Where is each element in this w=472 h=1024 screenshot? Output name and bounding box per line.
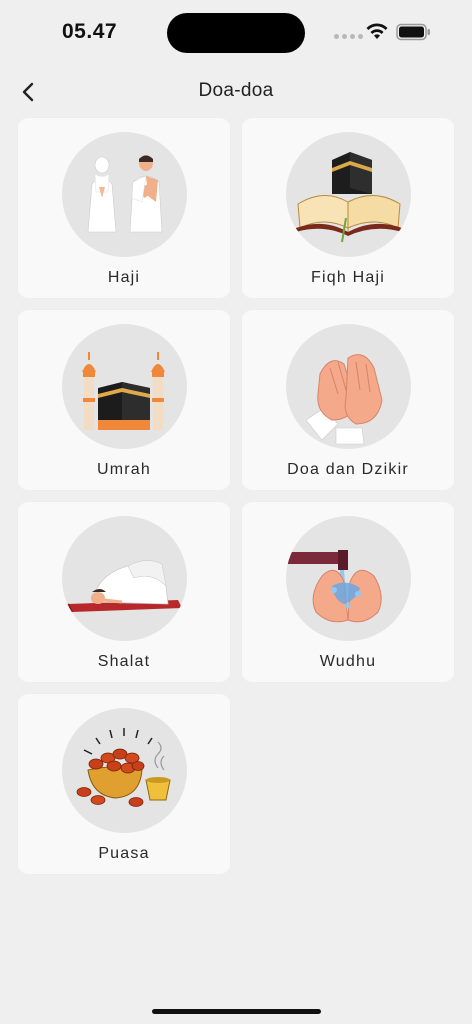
cellular-signal-icon bbox=[334, 34, 363, 39]
dynamic-island bbox=[167, 13, 305, 53]
category-label: Puasa bbox=[98, 845, 150, 862]
category-card-haji[interactable]: Haji bbox=[18, 118, 230, 298]
category-card-umrah[interactable]: Umrah bbox=[18, 310, 230, 490]
kaaba-quran-icon bbox=[286, 132, 411, 257]
praying-hands-icon bbox=[286, 324, 411, 449]
category-label: Fiqh Haji bbox=[311, 269, 385, 286]
pilgrims-praying-icon bbox=[62, 132, 187, 257]
category-grid: Haji Fiqh Haji Umrah Doa dan Dzikir Shal… bbox=[18, 118, 454, 874]
washing-hands-icon bbox=[286, 516, 411, 641]
category-label: Haji bbox=[107, 269, 141, 286]
category-card-shalat[interactable]: Shalat bbox=[18, 502, 230, 682]
battery-icon bbox=[396, 23, 430, 41]
category-card-wudhu[interactable]: Wudhu bbox=[242, 502, 454, 682]
status-bar: 05.47 bbox=[0, 0, 472, 64]
category-label: Wudhu bbox=[319, 653, 377, 670]
kaaba-minarets-icon bbox=[62, 324, 187, 449]
header: Doa-doa bbox=[0, 70, 472, 114]
dates-bowl-icon bbox=[62, 708, 187, 833]
category-card-fiqh-haji[interactable]: Fiqh Haji bbox=[242, 118, 454, 298]
status-time: 05.47 bbox=[62, 20, 118, 43]
category-label: Umrah bbox=[96, 461, 151, 478]
home-indicator[interactable] bbox=[152, 1009, 321, 1014]
prostrating-person-icon bbox=[62, 516, 187, 641]
category-label: Shalat bbox=[97, 653, 151, 670]
category-label: Doa dan Dzikir bbox=[287, 461, 409, 478]
category-card-doa-dzikir[interactable]: Doa dan Dzikir bbox=[242, 310, 454, 490]
page-title: Doa-doa bbox=[198, 80, 274, 101]
wifi-icon bbox=[366, 23, 388, 39]
category-card-puasa[interactable]: Puasa bbox=[18, 694, 230, 874]
